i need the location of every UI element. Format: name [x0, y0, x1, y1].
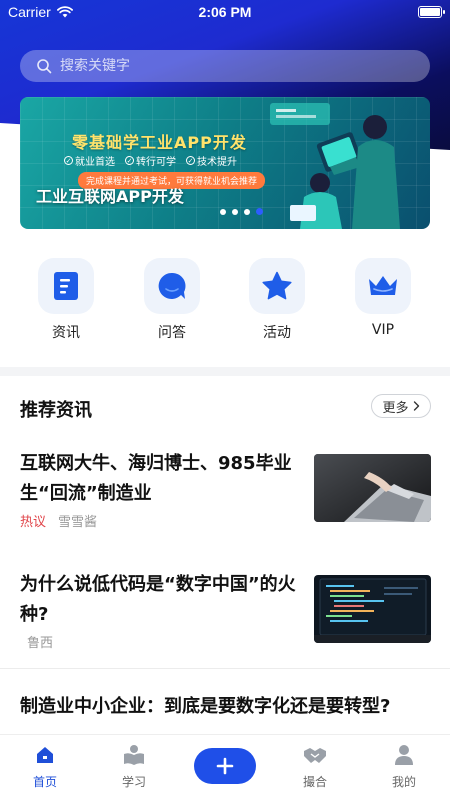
search-input[interactable] — [60, 58, 390, 74]
article-separator — [0, 668, 450, 669]
tab-learn[interactable]: 学习 — [104, 743, 164, 790]
quick-nav-label: 活动 — [263, 325, 291, 341]
article-title: 制造业中小企业：到底是要数字化还是要转型? — [20, 696, 391, 717]
quick-nav-events[interactable]: 活动 — [242, 258, 312, 342]
promo-banner[interactable]: 零基础学工业APP开发 ✓ 就业首选 ✓ 转行可学 ✓ 技术提升 完成课程并通过考试，… — [20, 97, 430, 229]
status-bar: Carrier 2:06 PM — [0, 0, 450, 24]
add-button[interactable] — [194, 748, 256, 784]
bottom-tab-bar: 首页 学习 撮合 我的 — [0, 734, 450, 800]
article-author: 鲁西 — [27, 636, 54, 651]
more-button[interactable]: 更多 — [371, 394, 431, 418]
section-divider — [0, 367, 450, 376]
tab-match[interactable]: 撮合 — [285, 743, 345, 790]
quick-nav-vip[interactable]: VIP — [348, 258, 418, 338]
article-tag: 热议 — [20, 515, 47, 530]
tab-label: 首页 — [32, 775, 57, 789]
plus-icon — [216, 757, 234, 775]
chat-bubble-icon — [158, 272, 186, 299]
check-icon: ✓ — [186, 156, 195, 165]
article-item[interactable]: 互联网大牛、海归博士、985毕业生“回流”制造业 热议 雪雪酱 — [20, 449, 431, 530]
banner-feature: ✓ 就业首选 — [64, 156, 115, 168]
article-thumbnail — [314, 454, 431, 522]
laptop-photo-image — [314, 454, 431, 522]
banner-feature: ✓ 技术提升 — [186, 156, 237, 168]
quick-nav-label: 问答 — [158, 325, 186, 341]
banner-features: ✓ 就业首选 ✓ 转行可学 ✓ 技术提升 — [64, 153, 237, 168]
book-icon — [124, 745, 144, 765]
more-label: 更多 — [382, 400, 409, 416]
tab-label: 撮合 — [302, 775, 327, 789]
search-bar[interactable] — [20, 50, 430, 82]
carousel-dot[interactable] — [220, 208, 226, 215]
tab-label: 我的 — [391, 775, 416, 789]
tab-home[interactable]: 首页 — [15, 743, 75, 790]
carousel-dot[interactable] — [244, 208, 250, 215]
quick-nav-news[interactable]: 资讯 — [31, 258, 101, 342]
check-icon: ✓ — [64, 156, 73, 165]
home-icon — [37, 747, 53, 763]
banner-headline: 零基础学工业APP开发 — [72, 133, 247, 152]
carousel-indicator[interactable] — [220, 208, 263, 215]
article-author: 雪雪酱 — [58, 515, 98, 530]
user-icon — [395, 745, 413, 765]
quick-nav-label: VIP — [371, 322, 395, 338]
quick-nav-label: 资讯 — [52, 325, 80, 341]
check-icon: ✓ — [125, 156, 134, 165]
code-screen-photo-image — [314, 575, 431, 643]
banner-illustration — [270, 103, 400, 229]
article-title: 为什么说低代码是“数字中国”的火种? — [20, 574, 296, 625]
carousel-dot-active[interactable] — [256, 208, 263, 215]
quick-nav: 资讯 问答 活动 VIP — [0, 258, 450, 348]
quick-nav-qa[interactable]: 问答 — [137, 258, 207, 342]
article-thumbnail — [314, 575, 431, 643]
banner-caption: 工业互联网APP开发 — [36, 187, 184, 206]
handshake-icon — [304, 748, 326, 763]
battery-icon — [418, 6, 445, 18]
chevron-right-icon — [413, 401, 419, 411]
section-title: 推荐资讯 — [20, 400, 92, 421]
clock: 2:06 PM — [198, 4, 252, 20]
tab-label: 学习 — [121, 775, 146, 789]
article-title: 互联网大牛、海归博士、985毕业生“回流”制造业 — [20, 453, 292, 504]
carousel-dot[interactable] — [232, 208, 238, 215]
star-icon — [262, 271, 292, 300]
banner-feature: ✓ 转行可学 — [125, 156, 176, 168]
news-icon — [54, 272, 78, 300]
crown-icon — [369, 276, 397, 295]
tab-profile[interactable]: 我的 — [374, 743, 434, 790]
article-item[interactable]: 制造业中小企业：到底是要数字化还是要转型? — [20, 692, 430, 722]
search-icon — [37, 59, 52, 74]
article-item[interactable]: 为什么说低代码是“数字中国”的火种? 鲁西 — [20, 570, 431, 651]
